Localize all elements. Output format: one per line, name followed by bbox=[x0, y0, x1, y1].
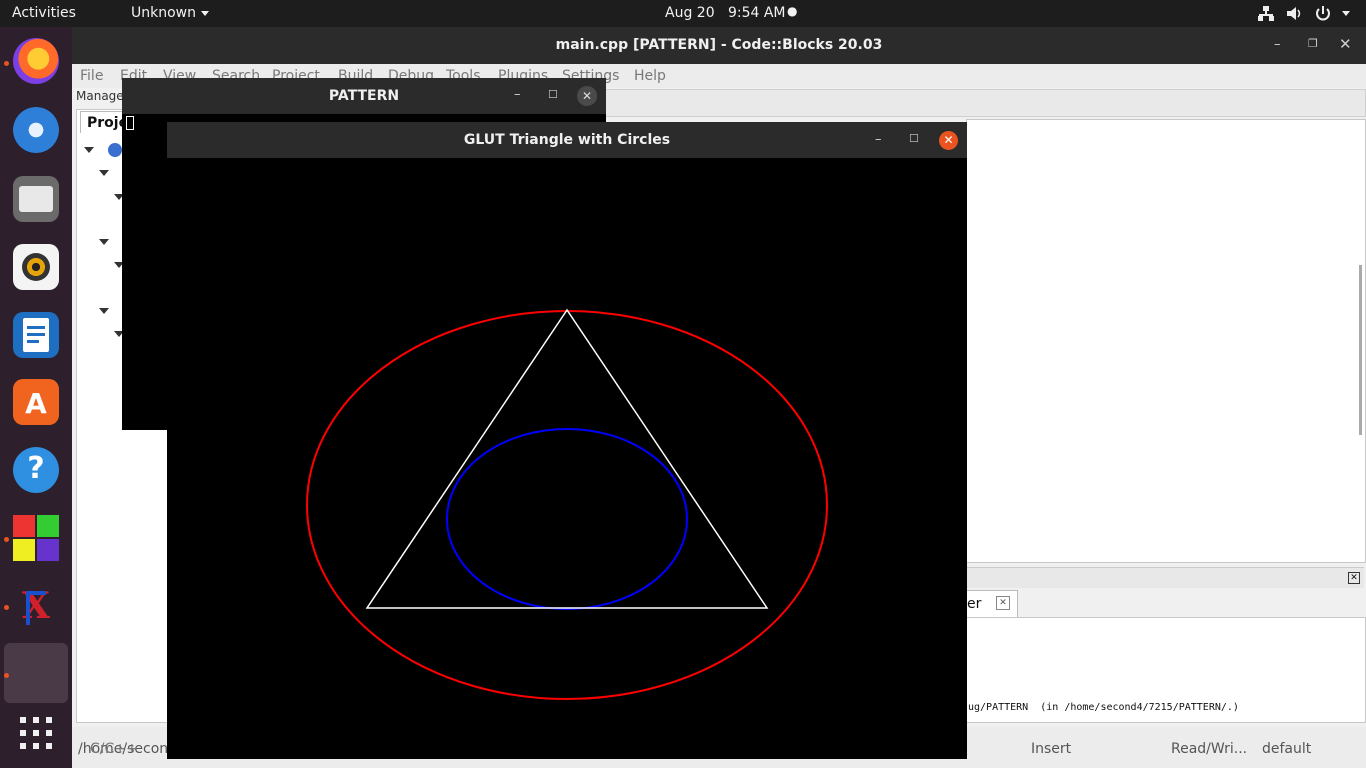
tab-close-icon[interactable]: ✕ bbox=[996, 596, 1010, 610]
maximize-icon[interactable]: ☐ bbox=[548, 88, 558, 101]
codeblocks-title: main.cpp [PATTERN] - Code::Blocks 20.03 bbox=[72, 27, 1366, 64]
tree-expander-icon[interactable] bbox=[99, 239, 109, 245]
minimize-icon[interactable]: – bbox=[1274, 37, 1281, 52]
clock[interactable]: Aug 20 9:54 AM bbox=[665, 5, 786, 21]
minimize-icon[interactable]: – bbox=[875, 132, 882, 147]
glut-window: GLUT Triangle with Circles – ☐ ✕ bbox=[167, 122, 967, 759]
running-indicator bbox=[4, 61, 9, 66]
editor-scrollbar[interactable] bbox=[1359, 265, 1362, 435]
top-bar: Activities Unknown Aug 20 9:54 AM ● bbox=[0, 0, 1366, 27]
status-insert-mode: Insert bbox=[1031, 741, 1072, 757]
thunderbird-icon[interactable] bbox=[13, 107, 59, 153]
dock: A ? X bbox=[0, 27, 72, 768]
app-menu[interactable]: Unknown bbox=[131, 5, 209, 21]
rhythmbox-icon[interactable] bbox=[13, 244, 59, 290]
xtext-icon[interactable]: X bbox=[13, 583, 59, 629]
menu-help[interactable]: Help bbox=[634, 68, 666, 84]
minimize-icon[interactable]: – bbox=[514, 87, 521, 102]
clock-date: Aug 20 bbox=[665, 5, 715, 21]
logs-close-icon[interactable]: ✕ bbox=[1348, 572, 1360, 584]
libreoffice-writer-icon[interactable] bbox=[13, 312, 59, 358]
running-indicator bbox=[4, 673, 9, 678]
status-profile: default bbox=[1262, 741, 1312, 757]
management-label: Manager bbox=[76, 89, 129, 103]
editor-tab-strip bbox=[592, 89, 1366, 117]
terminal-cursor bbox=[126, 116, 134, 130]
white-triangle bbox=[365, 308, 769, 609]
app-menu-label: Unknown bbox=[131, 5, 196, 21]
logs-panel-header bbox=[966, 567, 1364, 588]
app-grid-cube-icon[interactable] bbox=[13, 515, 59, 561]
workspace-icon bbox=[108, 143, 122, 157]
help-icon[interactable]: ? bbox=[13, 447, 59, 493]
files-icon[interactable] bbox=[13, 176, 59, 222]
close-icon[interactable]: ✕ bbox=[577, 86, 597, 106]
maximize-icon[interactable]: ❐ bbox=[1308, 37, 1318, 50]
tree-expander-icon[interactable] bbox=[99, 170, 109, 176]
outer-red-circle bbox=[306, 310, 828, 700]
chevron-down-icon bbox=[201, 10, 209, 16]
volume-icon[interactable] bbox=[1286, 5, 1304, 22]
show-apps-icon[interactable] bbox=[20, 717, 52, 749]
power-icon[interactable] bbox=[1314, 5, 1332, 22]
inner-blue-circle bbox=[446, 428, 688, 610]
pattern-title: PATTERN bbox=[122, 78, 606, 114]
notification-dot-icon: ● bbox=[787, 4, 798, 18]
log-line: ug/PATTERN (in /home/second4/7215/PATTER… bbox=[968, 702, 1239, 713]
status-language: C/C++ bbox=[90, 741, 138, 757]
running-indicator bbox=[4, 537, 9, 542]
tab-build-log[interactable]: er bbox=[966, 590, 1018, 618]
running-indicator bbox=[4, 605, 9, 610]
software-center-icon[interactable]: A bbox=[13, 379, 59, 425]
active-terminal-icon[interactable] bbox=[4, 643, 68, 703]
system-menu-chevron-icon[interactable] bbox=[1342, 11, 1350, 16]
glut-title: GLUT Triangle with Circles bbox=[167, 122, 967, 158]
close-icon[interactable]: ✕ bbox=[1339, 35, 1352, 53]
code-editor[interactable] bbox=[966, 119, 1366, 563]
maximize-icon[interactable]: ☐ bbox=[909, 132, 919, 145]
tree-expander-icon[interactable] bbox=[99, 308, 109, 314]
tree-expander-icon[interactable] bbox=[84, 147, 94, 153]
status-read-write: Read/Wri... bbox=[1171, 741, 1248, 757]
menu-file[interactable]: File bbox=[80, 68, 103, 84]
clock-time: 9:54 AM bbox=[727, 5, 786, 21]
glut-canvas bbox=[306, 308, 828, 700]
firefox-icon[interactable] bbox=[13, 38, 59, 84]
close-icon[interactable]: ✕ bbox=[939, 131, 958, 150]
activities-button[interactable]: Activities bbox=[12, 5, 76, 21]
network-icon[interactable] bbox=[1257, 5, 1275, 22]
